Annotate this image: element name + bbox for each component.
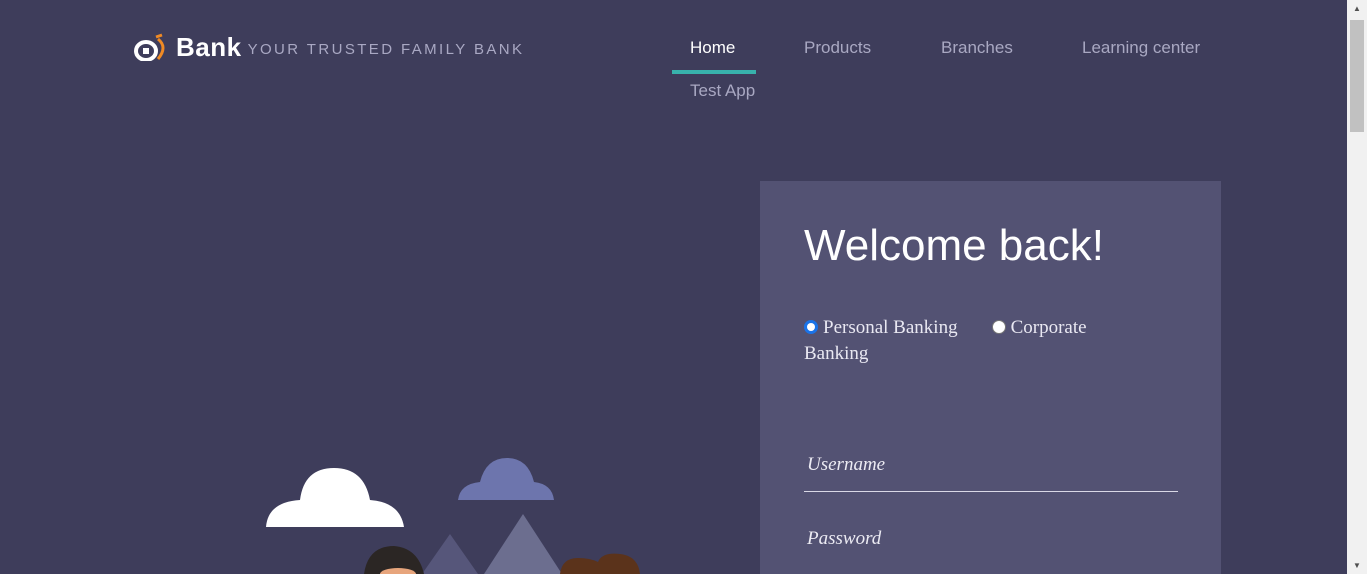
- scroll-up-arrow-icon[interactable]: ▲: [1347, 0, 1367, 17]
- blue-cloud-icon: [458, 458, 554, 500]
- person-hair-icon: [560, 553, 640, 574]
- username-underline: [804, 491, 1178, 492]
- logo[interactable]: Bank YOUR TRUSTED FAMILY BANK: [134, 33, 524, 61]
- scroll-down-arrow-icon[interactable]: ▼: [1347, 557, 1367, 574]
- bank-logo-icon: [134, 33, 165, 61]
- page: Bank YOUR TRUSTED FAMILY BANK Home Produ…: [0, 0, 1347, 574]
- active-nav-indicator: [672, 70, 756, 74]
- mountain-icon: [422, 514, 562, 574]
- personal-banking-radio[interactable]: [804, 320, 818, 334]
- account-type-radio-group: Personal Banking Corporate Banking: [804, 315, 1134, 367]
- password-field[interactable]: Password: [804, 527, 1178, 551]
- white-cloud-icon: [266, 468, 404, 527]
- nav-home[interactable]: Home: [690, 38, 735, 58]
- password-placeholder: Password: [807, 528, 882, 549]
- username-field[interactable]: Username: [804, 453, 1178, 492]
- login-title: Welcome back!: [804, 221, 1104, 270]
- scroll-thumb[interactable]: [1350, 20, 1364, 132]
- nav-test-app[interactable]: Test App: [690, 81, 755, 101]
- username-placeholder: Username: [807, 454, 886, 475]
- tagline: YOUR TRUSTED FAMILY BANK: [247, 41, 525, 58]
- clouds-mountains-people-illustration: [266, 458, 640, 574]
- nav-branches[interactable]: Branches: [941, 38, 1013, 58]
- vertical-scrollbar[interactable]: ▲ ▼: [1347, 0, 1367, 574]
- personal-banking-label[interactable]: Personal Banking: [823, 317, 958, 338]
- login-card: Welcome back! Personal Banking Corporate …: [760, 181, 1221, 574]
- corporate-banking-radio[interactable]: [991, 320, 1006, 334]
- nav-learning-center[interactable]: Learning center: [1082, 38, 1200, 58]
- person-head-icon: [364, 546, 424, 574]
- nav-products[interactable]: Products: [804, 38, 871, 58]
- logo-text: Bank: [176, 32, 242, 62]
